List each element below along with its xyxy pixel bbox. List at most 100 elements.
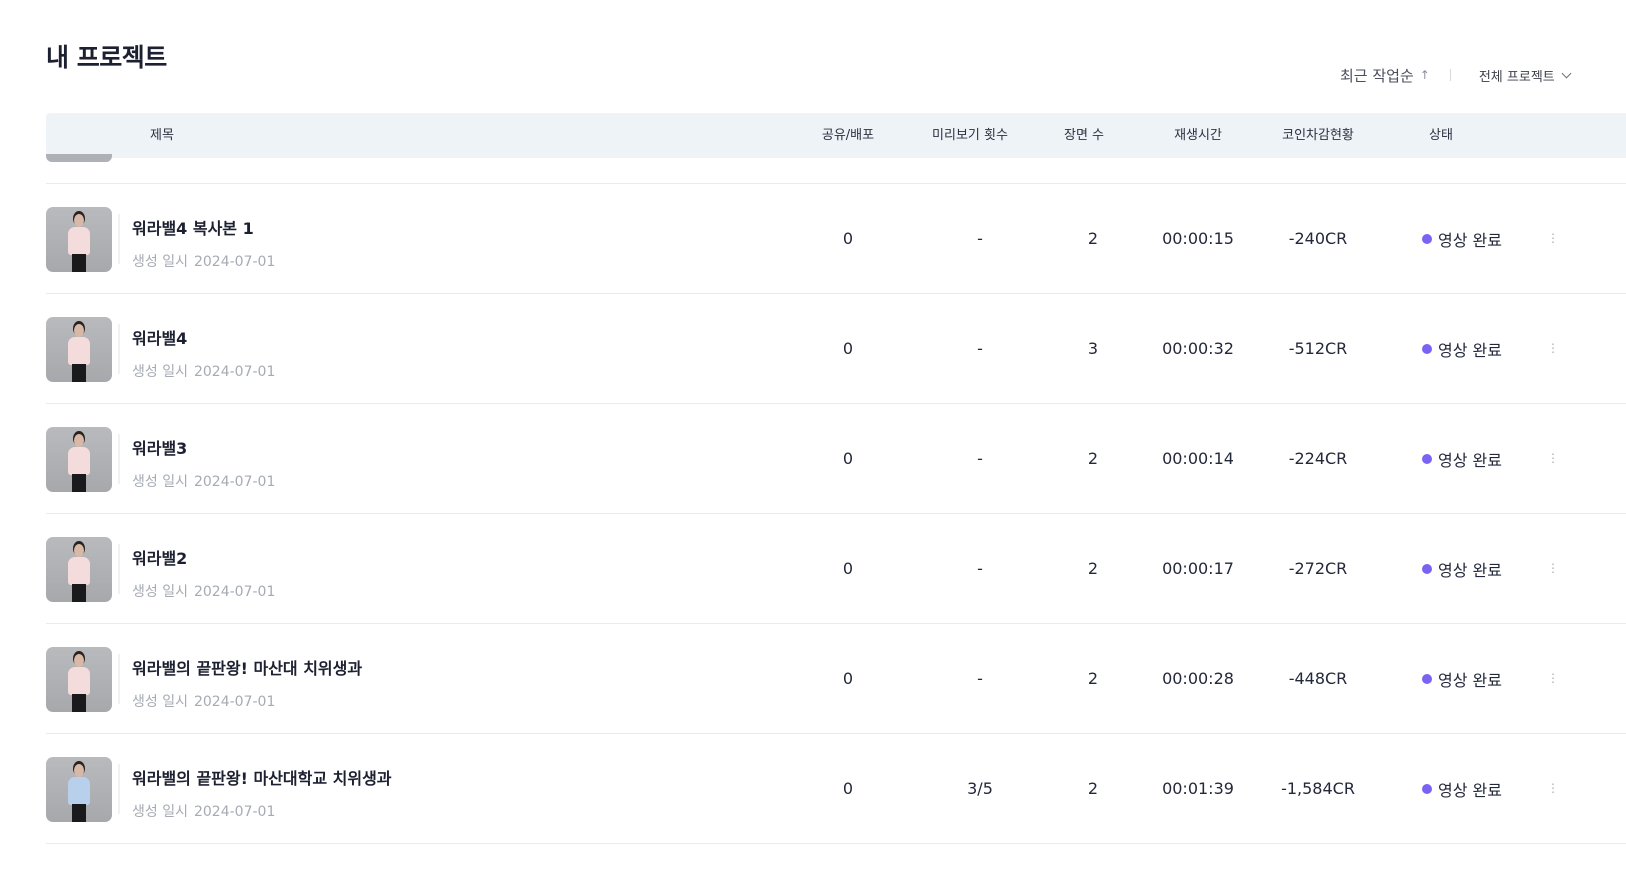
project-thumbnail[interactable] [46,537,112,602]
sort-label: 최근 작업순 [1340,66,1414,85]
preview-count: - [977,669,983,688]
column-header-duration: 재생시간 [1174,128,1222,143]
preview-count: - [977,229,983,248]
status-label: 영상 완료 [1438,670,1502,690]
project-thumbnail[interactable] [46,427,112,492]
coin-deduction: -448CR [1288,669,1348,688]
column-header-share: 공유/배포 [821,128,875,143]
project-title-block: 워라밸3 생성 일시 2024-07-01 [132,435,275,491]
table-row[interactable]: 워라밸의 끝판왕! 마산대 치위생과 생성 일시 2024-07-01 0 - 2… [46,624,1626,734]
project-title-block: 워라밸2 생성 일시 2024-07-01 [132,545,275,601]
project-thumbnail[interactable] [46,207,112,272]
avatar-head [74,434,84,447]
project-title[interactable]: 워라밸4 복사본 1 [132,215,275,239]
coin-deduction: -512CR [1288,339,1348,358]
avatar-body [68,337,90,365]
thumbnail-divider [118,544,120,594]
status-dot-icon [1422,233,1432,244]
project-thumbnail[interactable] [46,757,112,822]
play-duration: 00:00:14 [1162,449,1234,468]
coin-deduction: -240CR [1288,229,1348,248]
preview-count: - [977,449,983,468]
status-dot-icon [1422,343,1432,354]
more-options-icon[interactable]: ⋮ [1546,230,1560,246]
project-filter-dropdown[interactable]: 전체 프로젝트 [1478,66,1572,85]
more-options-icon[interactable]: ⋮ [1546,340,1560,356]
coin-deduction: -224CR [1288,449,1348,468]
status-badge: 영상 완료 [1422,734,1502,843]
more-options-icon[interactable]: ⋮ [1546,450,1560,466]
project-created-meta: 생성 일시 2024-07-01 [132,361,275,381]
created-date: 2024-07-01 [193,474,276,490]
play-duration: 00:01:39 [1162,779,1234,798]
project-created-meta: 생성 일시 2024-07-01 [132,581,275,601]
project-title-block: 워라밸의 끝판왕! 마산대 치위생과 생성 일시 2024-07-01 [132,655,362,711]
status-badge: 영상 완료 [1422,184,1502,293]
filter-label: 전체 프로젝트 [1478,69,1555,85]
coin-deduction: -1,584CR [1281,779,1355,798]
created-date: 2024-07-01 [193,694,276,710]
coin-deduction: -272CR [1288,559,1348,578]
status-badge: 영상 완료 [1422,404,1502,513]
project-created-meta: 생성 일시 2024-07-01 [132,471,275,491]
created-date: 2024-07-01 [193,364,276,380]
avatar-legs [72,364,86,382]
table-row[interactable]: 워라밸4 생성 일시 2024-07-01 0 - 3 00:00:32 -512… [46,294,1626,404]
project-title[interactable]: 워라밸4 [132,325,275,349]
status-dot-icon [1422,673,1432,684]
scene-count: 2 [1087,669,1099,688]
avatar-body [68,777,90,805]
chevron-down-icon [1561,68,1572,78]
project-thumbnail[interactable] [46,317,112,382]
column-header-preview: 미리보기 횟수 [932,128,1008,143]
thumbnail-divider [118,654,120,704]
status-label: 영상 완료 [1438,340,1502,360]
avatar-legs [72,694,86,712]
project-created-meta: 생성 일시 2024-07-01 [132,691,362,711]
project-title[interactable]: 워라밸의 끝판왕! 마산대학교 치위생과 [132,765,392,789]
thumbnail-divider [118,324,120,374]
table-row[interactable]: 워라밸3 생성 일시 2024-07-01 0 - 2 00:00:14 -224… [46,404,1626,514]
avatar-body [68,447,90,475]
created-label: 생성 일시 [132,694,188,710]
table-row[interactable]: 워라밸2 생성 일시 2024-07-01 0 - 2 00:00:17 -272… [46,514,1626,624]
more-options-icon[interactable]: ⋮ [1546,780,1560,796]
project-title[interactable]: 워라밸2 [132,545,275,569]
avatar-body [68,557,90,585]
sort-button[interactable]: 최근 작업순 ↑ [1340,65,1430,86]
status-dot-icon [1422,783,1432,794]
status-dot-icon [1422,453,1432,464]
project-created-meta: 생성 일시 2024-07-01 [132,251,275,271]
created-label: 생성 일시 [132,254,188,270]
projects-table: 제목 공유/배포 미리보기 횟수 장면 수 재생시간 코인차감현황 상태 워라밸… [46,113,1626,844]
play-duration: 00:00:28 [1162,669,1234,688]
scene-count: 2 [1087,449,1099,468]
page-title: 내 프로젝트 [46,43,167,72]
table-row[interactable]: 워라밸의 끝판왕! 마산대학교 치위생과 생성 일시 2024-07-01 0 3… [46,734,1626,844]
project-thumbnail[interactable] [46,647,112,712]
more-options-icon[interactable]: ⋮ [1546,670,1560,686]
status-badge: 영상 완료 [1422,624,1502,733]
play-duration: 00:00:15 [1162,229,1234,248]
project-title[interactable]: 워라밸의 끝판왕! 마산대 치위생과 [132,655,362,679]
project-title[interactable]: 워라밸3 [132,435,275,459]
avatar-head [74,654,84,667]
share-count: 0 [842,449,854,468]
status-label: 영상 완료 [1438,230,1502,250]
sort-arrow-icon: ↑ [1419,68,1430,82]
status-badge: 영상 완료 [1422,514,1502,623]
created-date: 2024-07-01 [193,254,276,270]
more-options-icon[interactable]: ⋮ [1546,560,1560,576]
avatar-legs [72,804,86,822]
scene-count: 2 [1087,779,1099,798]
scene-count: 3 [1087,339,1099,358]
preview-count: 3/5 [967,779,993,798]
preview-count: - [977,559,983,578]
avatar-legs [72,474,86,492]
created-label: 생성 일시 [132,804,188,820]
project-title-block: 워라밸4 생성 일시 2024-07-01 [132,325,275,381]
project-title-block: 워라밸의 끝판왕! 마산대학교 치위생과 생성 일시 2024-07-01 [132,765,392,821]
thumbnail-divider [118,214,120,264]
table-row[interactable]: 워라밸4 복사본 1 생성 일시 2024-07-01 0 - 2 00:00:1… [46,184,1626,294]
scene-count: 2 [1087,229,1099,248]
